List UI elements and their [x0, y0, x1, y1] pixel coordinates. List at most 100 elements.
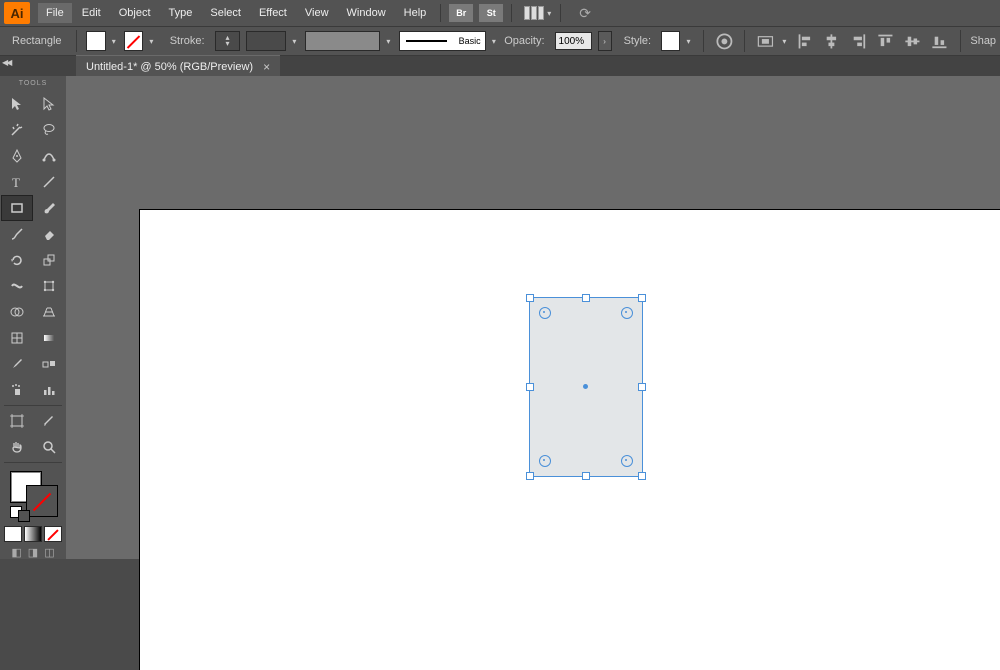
stock-button[interactable]: St	[479, 4, 503, 22]
graphic-style-swatch[interactable]	[661, 31, 680, 51]
document-tab[interactable]: Untitled-1* @ 50% (RGB/Preview) ×	[76, 55, 280, 78]
selection-handle[interactable]	[526, 472, 534, 480]
style-label: Style:	[624, 35, 652, 47]
recolor-artwork-button[interactable]	[715, 31, 734, 51]
selection-handle[interactable]	[582, 294, 590, 302]
draw-inside-icon[interactable]: ◫	[44, 546, 54, 559]
bridge-button[interactable]: Br	[449, 4, 473, 22]
separator	[703, 30, 704, 52]
collapse-panels-button[interactable]: ◀◀	[2, 58, 10, 67]
stroke-dropdown[interactable]: ▾	[147, 32, 156, 50]
graphic-style-caret[interactable]: ▾	[684, 32, 693, 50]
scale-tool[interactable]	[33, 247, 65, 273]
symbol-sprayer-tool[interactable]	[1, 377, 33, 403]
align-vcenter-button[interactable]	[903, 31, 922, 51]
mesh-tool[interactable]	[1, 325, 33, 351]
menu-object[interactable]: Object	[111, 3, 159, 23]
arrange-dropdown-caret[interactable]: ▾	[544, 4, 554, 22]
menu-select[interactable]: Select	[202, 3, 249, 23]
svg-text:T: T	[12, 175, 20, 190]
menu-type[interactable]: Type	[161, 3, 201, 23]
selection-handle[interactable]	[638, 472, 646, 480]
selection-handle[interactable]	[526, 294, 534, 302]
eraser-tool[interactable]	[33, 221, 65, 247]
lasso-tool[interactable]	[33, 117, 65, 143]
menu-view[interactable]: View	[297, 3, 337, 23]
opacity-caret[interactable]: ›	[598, 31, 612, 51]
slice-tool[interactable]	[33, 408, 65, 434]
draw-behind-icon[interactable]: ◨	[28, 546, 38, 559]
stroke-swatch[interactable]	[124, 31, 143, 51]
perspective-grid-tool[interactable]	[33, 299, 65, 325]
align-bottom-button[interactable]	[930, 31, 949, 51]
variable-width-caret[interactable]: ▾	[384, 32, 393, 50]
live-corner-widget[interactable]	[621, 307, 633, 319]
brush-caret[interactable]: ▾	[490, 32, 499, 50]
gradient-tool[interactable]	[33, 325, 65, 351]
brush-definition[interactable]: Basic	[399, 31, 486, 51]
direct-selection-tool[interactable]	[33, 91, 65, 117]
menu-effect[interactable]: Effect	[251, 3, 295, 23]
live-corner-widget[interactable]	[539, 307, 551, 319]
tab-close-button[interactable]: ×	[263, 60, 270, 74]
selection-tool[interactable]	[1, 91, 33, 117]
zoom-tool[interactable]	[33, 434, 65, 460]
live-corner-widget[interactable]	[539, 455, 551, 467]
selection-handle[interactable]	[582, 472, 590, 480]
separator	[744, 30, 745, 52]
separator	[4, 405, 62, 406]
selection-handle[interactable]	[638, 383, 646, 391]
color-mode-none[interactable]	[44, 526, 62, 542]
fill-swatch[interactable]	[86, 31, 105, 51]
pencil-tool[interactable]	[1, 221, 33, 247]
fill-stroke-control[interactable]	[8, 471, 58, 512]
workspace: TOOLS T	[0, 76, 1000, 559]
width-tool[interactable]	[1, 273, 33, 299]
variable-width-profile[interactable]	[305, 31, 381, 51]
draw-normal-icon[interactable]: ◧	[11, 546, 21, 559]
menu-edit[interactable]: Edit	[74, 3, 109, 23]
magic-wand-tool[interactable]	[1, 117, 33, 143]
stroke-profile-caret[interactable]: ▾	[290, 32, 299, 50]
blend-tool[interactable]	[33, 351, 65, 377]
gpu-preview-button[interactable]: ⟳	[579, 5, 591, 22]
eyedropper-tool[interactable]	[1, 351, 33, 377]
menu-help[interactable]: Help	[396, 3, 435, 23]
stroke-weight-stepper[interactable]: ▴▾	[215, 31, 241, 51]
fill-dropdown[interactable]: ▾	[110, 32, 119, 50]
arrange-documents-button[interactable]	[524, 6, 544, 20]
rotate-tool[interactable]	[1, 247, 33, 273]
color-mode-solid[interactable]	[4, 526, 22, 542]
color-mode-gradient[interactable]	[24, 526, 42, 542]
rectangle-tool[interactable]	[1, 195, 33, 221]
canvas-area[interactable]	[66, 76, 1000, 559]
artboard[interactable]	[140, 210, 1000, 670]
align-right-button[interactable]	[849, 31, 868, 51]
align-top-button[interactable]	[876, 31, 895, 51]
stroke-profile-dropdown[interactable]	[246, 31, 286, 51]
swap-fill-stroke-button[interactable]	[18, 510, 30, 522]
opacity-field[interactable]: 100%	[555, 32, 592, 50]
shape-label-truncated: Shap	[970, 35, 996, 47]
align-to-button[interactable]	[756, 31, 775, 51]
hand-tool[interactable]	[1, 434, 33, 460]
stroke-color-box[interactable]	[26, 485, 58, 517]
selection-handle[interactable]	[526, 383, 534, 391]
line-segment-tool[interactable]	[33, 169, 65, 195]
type-tool[interactable]: T	[1, 169, 33, 195]
paintbrush-tool[interactable]	[33, 195, 65, 221]
align-left-button[interactable]	[796, 31, 815, 51]
selection-handle[interactable]	[638, 294, 646, 302]
shape-builder-tool[interactable]	[1, 299, 33, 325]
free-transform-tool[interactable]	[33, 273, 65, 299]
pen-tool[interactable]	[1, 143, 33, 169]
curvature-tool[interactable]	[33, 143, 65, 169]
menu-file[interactable]: File	[38, 3, 72, 23]
menu-window[interactable]: Window	[339, 3, 394, 23]
align-to-caret[interactable]: ▾	[780, 32, 789, 50]
document-tab-title: Untitled-1* @ 50% (RGB/Preview)	[86, 61, 253, 73]
column-graph-tool[interactable]	[33, 377, 65, 403]
live-corner-widget[interactable]	[621, 455, 633, 467]
artboard-tool[interactable]	[1, 408, 33, 434]
align-hcenter-button[interactable]	[822, 31, 841, 51]
